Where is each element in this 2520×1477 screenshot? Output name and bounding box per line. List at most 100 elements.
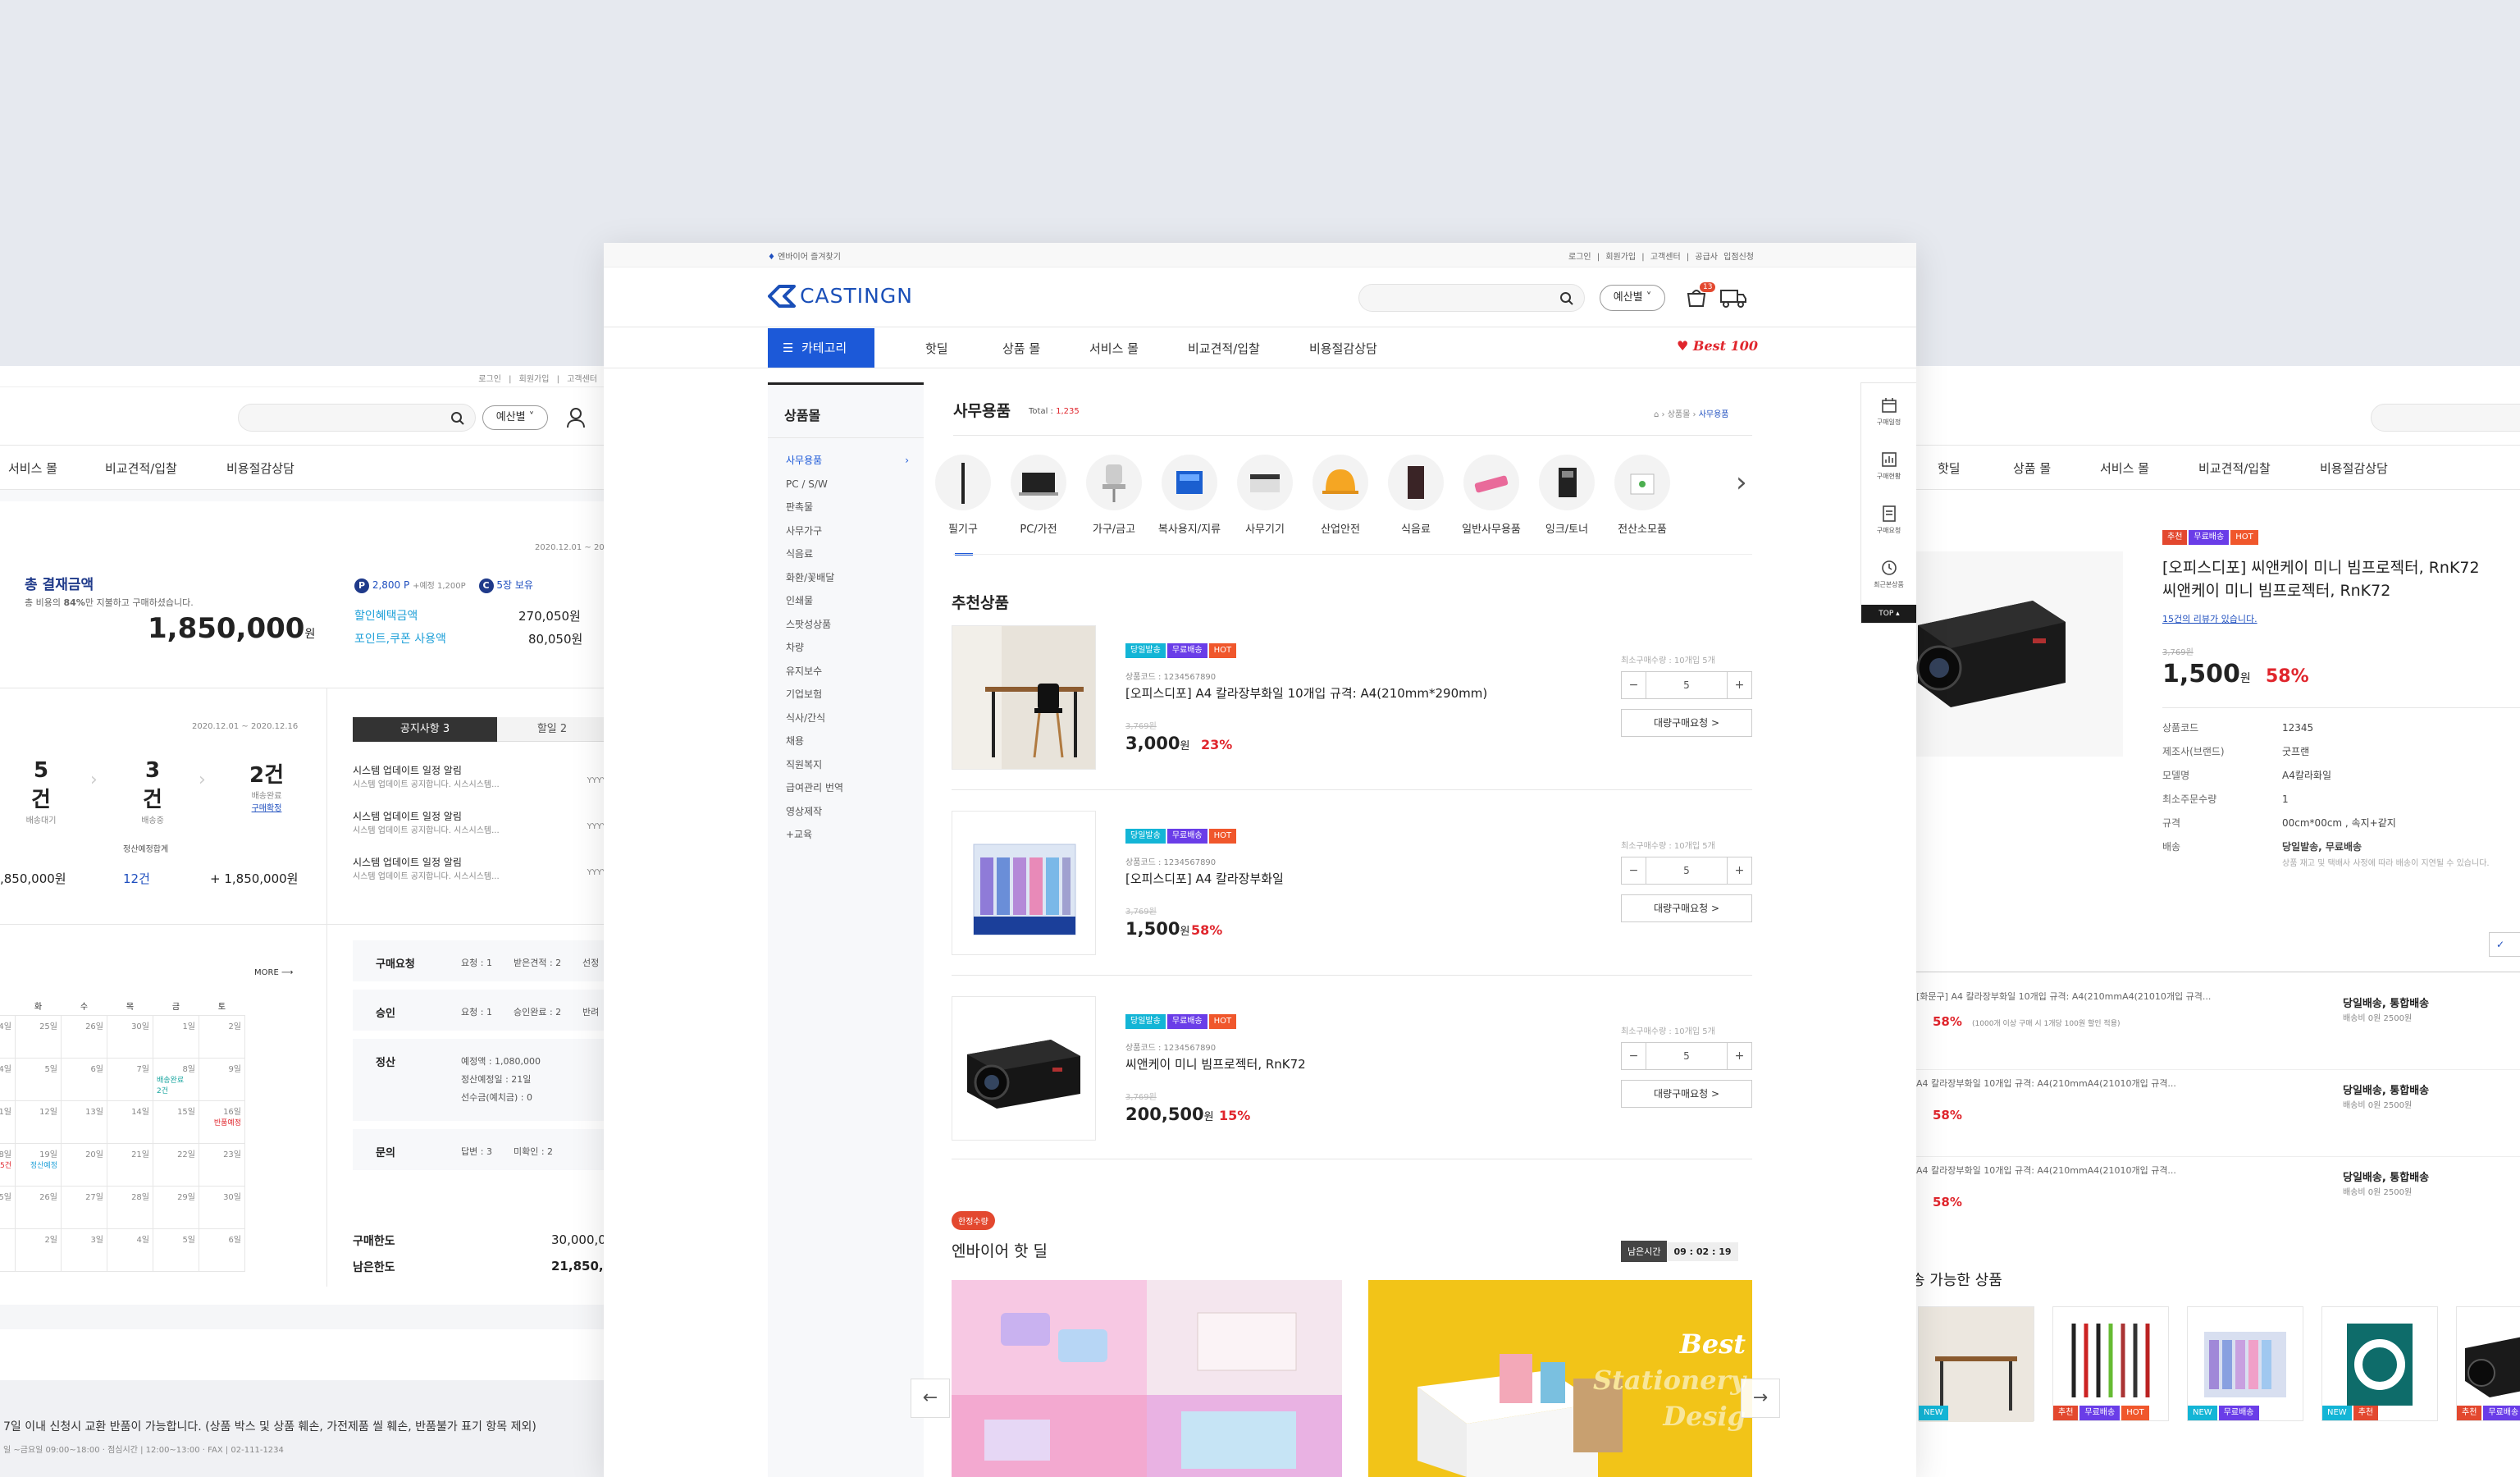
right-nav-consult[interactable]: 비용절감상담 (2320, 460, 2388, 477)
bulk-request-button[interactable]: 대량구매요청 > (1621, 709, 1752, 737)
sidebar-item[interactable]: 식사/간식 (786, 706, 909, 730)
cart-button[interactable]: 13 (1685, 282, 1716, 312)
sidebar-item[interactable]: 차량 (786, 636, 909, 660)
cat-machine[interactable]: 사무기기 (1232, 455, 1298, 536)
calendar-more-link[interactable]: MORE ⟶ (254, 968, 293, 977)
product-image[interactable] (952, 625, 1096, 770)
right-nav-hotdeal[interactable]: 핫딜 (1938, 460, 1961, 477)
sidebar-item[interactable]: 스팟성상품 (786, 613, 909, 637)
product-name[interactable]: [오피스디포] A4 칼라장부화일 (1125, 870, 1284, 887)
also-thumb[interactable]: NEW 무료배송 (2187, 1306, 2303, 1421)
minus-button[interactable]: − (1622, 857, 1646, 884)
login-link[interactable]: 로그인 (1568, 253, 1591, 262)
also-thumb[interactable]: 추천 무료배송 HOT (2052, 1306, 2169, 1421)
sidebar-item[interactable]: 식음료 (786, 542, 909, 566)
product-image[interactable] (952, 811, 1096, 955)
favorite-link[interactable]: ♦ 엔바이어 즐겨찾기 (768, 249, 841, 262)
cat-furniture[interactable]: 가구/금고 (1081, 455, 1147, 536)
search-icon[interactable] (1559, 291, 1574, 306)
nav-hotdeal[interactable]: 핫딜 (925, 340, 948, 357)
status-row[interactable]: 승인 요청 : 1 승인완료 : 2 반려 (353, 990, 607, 1031)
sidebar-item[interactable]: 사무가구 (786, 519, 909, 543)
quick-schedule[interactable]: 구매일정 (1861, 383, 1916, 437)
delivery-wait[interactable]: 5건 배송대기 (25, 758, 57, 825)
delivery-truck-icon[interactable] (1719, 287, 1747, 309)
supplier-link[interactable]: 공급사 입점신청 (1695, 253, 1754, 262)
checkbox-button[interactable]: ✓ (2489, 932, 2520, 957)
bulk-request-button[interactable]: 대량구매요청 > (1621, 894, 1752, 922)
tab-notice[interactable]: 공지사항 3 (353, 717, 497, 742)
signup-link[interactable]: 회원가입 (1605, 253, 1636, 262)
confirm-link[interactable]: 구매확정 (248, 801, 285, 813)
cat-general[interactable]: 일반사무용품 (1459, 455, 1524, 536)
status-row[interactable]: 문의 답변 : 3 미확인 : 2 (353, 1129, 607, 1170)
quantity-value[interactable]: 5 (1646, 1043, 1727, 1069)
quick-recent[interactable]: 최근본상품 (1861, 546, 1916, 600)
home-icon[interactable]: ⌂ (1654, 410, 1659, 419)
also-thumb[interactable]: NEW 추천 (2321, 1306, 2438, 1421)
cat-pc[interactable]: PC/가전 (1006, 455, 1071, 536)
right-nav-service[interactable]: 서비스 몰 (2100, 460, 2149, 477)
quantity-stepper[interactable]: −5 + (1621, 1042, 1752, 1070)
budget-select[interactable]: 예산별 ˅ (1600, 285, 1665, 311)
nav-service-mall[interactable]: 서비스 몰 (1089, 340, 1139, 357)
delivery-done[interactable]: 2건 배송완료 구매확정 (248, 758, 285, 813)
notice-item[interactable]: 시스템 업데이트 일정 알림 시스템 업데이트 공지합니다. 시스시스템... YY… (353, 855, 607, 901)
quick-request[interactable]: 구매요청 (1861, 492, 1916, 546)
quick-status[interactable]: 구매현황 (1861, 437, 1916, 492)
product-name[interactable]: [오피스디포] A4 칼라장부화일 10개입 규격: A4(210mm*290m… (1125, 684, 1487, 702)
nav-product-mall[interactable]: 상품 몰 (1002, 340, 1040, 357)
logo[interactable]: CASTINGN (768, 284, 913, 312)
nav-consult[interactable]: 비용절감상담 (1309, 340, 1377, 357)
search-input[interactable] (1358, 284, 1585, 312)
option-row[interactable]: A4 칼라장부화일 10개입 규격: A4(210mmA4(21010개입 규격… (1911, 1157, 2520, 1244)
notice-item[interactable]: 시스템 업데이트 일정 알림 시스템 업데이트 공지합니다. 시스시스템... YY… (353, 809, 607, 855)
left-nav-service[interactable]: 서비스 몰 (8, 460, 57, 477)
category-button[interactable]: ☰ 카테고리 (768, 328, 874, 368)
sidebar-item[interactable]: 기업보험 (786, 683, 909, 706)
option-row[interactable]: [화문구] A4 칼라장부화일 10개입 규격: A4(210mmA4(2101… (1911, 983, 2520, 1070)
delivery-shipping[interactable]: 3건 배송중 (136, 758, 169, 825)
plus-button[interactable]: + (1727, 1043, 1751, 1069)
quantity-stepper[interactable]: −5 + (1621, 671, 1752, 699)
sidebar-item[interactable]: PC / S/W (786, 473, 909, 496)
quantity-stepper[interactable]: −5 + (1621, 857, 1752, 885)
right-search-input[interactable] (2371, 404, 2520, 432)
product-row[interactable]: 당일발송 무료배송 HOT 상품코드 : 1234567890 씨앤케이 미니 빔프… (952, 996, 1752, 1167)
sidebar-item-office[interactable]: 사무용품 › (786, 449, 909, 473)
sidebar-item[interactable]: 직원복지 (786, 753, 909, 777)
left-budget-select[interactable]: 예산별 ˅ (482, 405, 548, 430)
left-nav-consult[interactable]: 비용절감상담 (226, 460, 294, 477)
right-nav-compare[interactable]: 비교견적/입찰 (2198, 460, 2271, 477)
login-link[interactable]: 로그인 (478, 375, 501, 384)
hotdeal-banner-left[interactable] (952, 1280, 1342, 1477)
notice-item[interactable]: 시스템 업데이트 일정 알림 시스템 업데이트 공지합니다. 시스시스템... YY… (353, 763, 607, 809)
status-row[interactable]: 정산 예정액 : 1,080,000 정산예정일 : 21일 선수금(예치금) : 0 (353, 1039, 607, 1121)
carousel-next-button[interactable]: → (1741, 1379, 1780, 1418)
quantity-value[interactable]: 5 (1646, 672, 1727, 698)
best100-link[interactable]: ♥ Best 100 (1677, 338, 1758, 354)
also-thumb[interactable]: 추천 무료배송 (2456, 1306, 2520, 1421)
product-name[interactable]: 씨앤케이 미니 빔프로젝터, RnK72 (1125, 1055, 1306, 1072)
product-image[interactable] (952, 996, 1096, 1141)
cat-writing[interactable]: 필기구 (930, 455, 996, 536)
left-header-links[interactable]: 로그인 | 회원가입 | 고객센터 (478, 372, 597, 384)
bulk-request-button[interactable]: 대량구매요청 > (1621, 1080, 1752, 1108)
nav-compare[interactable]: 비교견적/입찰 (1188, 340, 1260, 357)
sidebar-item[interactable]: 인쇄물 (786, 589, 909, 613)
sidebar-item[interactable]: 영상제작 (786, 800, 909, 824)
hotdeal-banner-right[interactable]: Best Stationery Desig (1368, 1280, 1752, 1477)
also-thumb[interactable]: NEW (1918, 1306, 2034, 1422)
sidebar-item[interactable]: +교육 (786, 823, 909, 847)
search-icon[interactable] (450, 411, 465, 426)
cs-link[interactable]: 고객센터 (567, 375, 597, 384)
minus-button[interactable]: − (1622, 1043, 1646, 1069)
cat-paper[interactable]: 복사용지/지류 (1157, 455, 1222, 536)
tab-todo[interactable]: 할일 2 (497, 717, 607, 742)
right-nav-product[interactable]: 상품 몰 (2013, 460, 2051, 477)
status-row[interactable]: 구매요청 요청 : 1 받은견적 : 2 선정 (353, 940, 607, 981)
user-icon[interactable] (566, 407, 586, 428)
cat-safety[interactable]: 산업안전 (1308, 455, 1373, 536)
quantity-value[interactable]: 5 (1646, 857, 1727, 884)
sidebar-item[interactable]: 급여관리 번역 (786, 776, 909, 800)
